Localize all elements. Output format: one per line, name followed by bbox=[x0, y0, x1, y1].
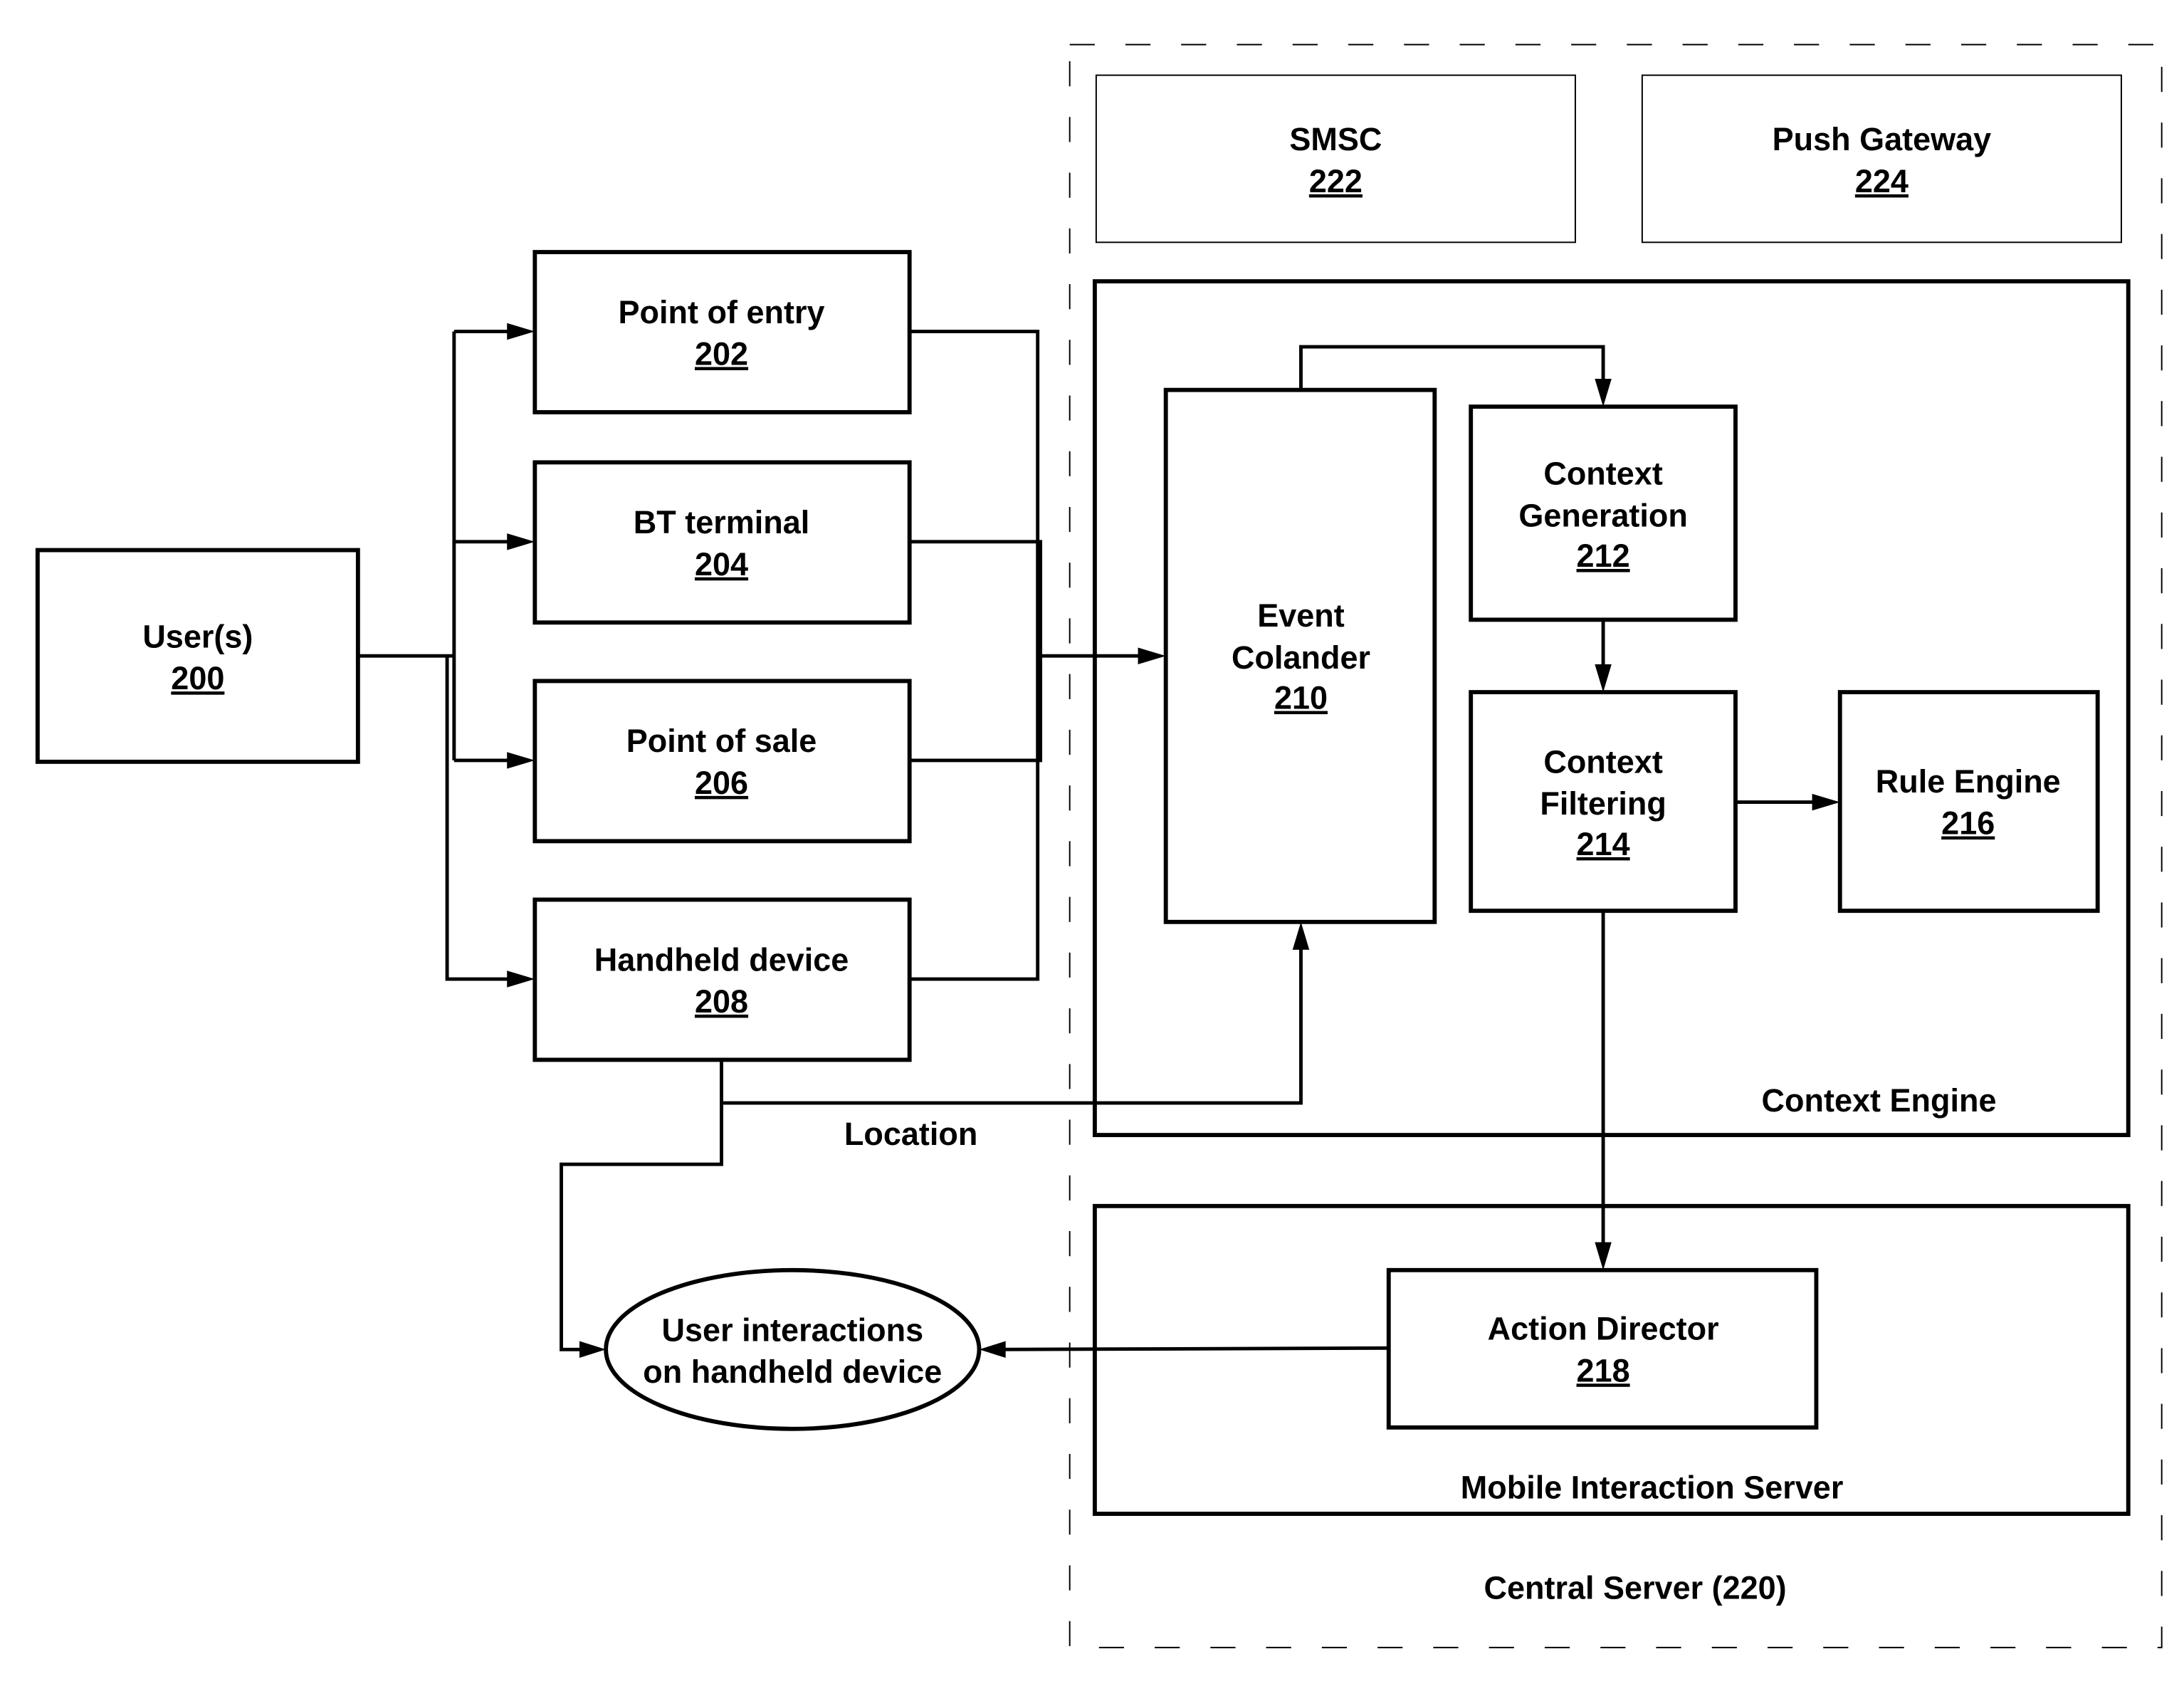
action-director-ref: 218 bbox=[1577, 1352, 1630, 1388]
rule-engine-ref: 216 bbox=[1941, 805, 1995, 842]
edge-merge-inner bbox=[909, 540, 1043, 763]
user-interactions-line2: on handheld device bbox=[643, 1354, 942, 1390]
push-gateway-node[interactable]: Push Gateway 224 bbox=[1641, 74, 2122, 244]
event-colander-node[interactable]: Event Colander 210 bbox=[1163, 387, 1437, 924]
point-of-sale-ref: 206 bbox=[695, 765, 748, 801]
push-gateway-title: Push Gateway bbox=[1773, 121, 1992, 157]
edge-action-director-to-user-interactions bbox=[994, 1346, 1389, 1351]
action-director-node[interactable]: Action Director 218 bbox=[1386, 1267, 1819, 1430]
event-colander-ref: 210 bbox=[1274, 680, 1328, 716]
action-director-title: Action Director bbox=[1488, 1311, 1719, 1347]
context-generation-title-line2: Generation bbox=[1518, 497, 1688, 533]
rule-engine-title: Rule Engine bbox=[1876, 763, 2061, 800]
bt-terminal-ref: 204 bbox=[695, 546, 748, 582]
bt-terminal-box bbox=[532, 460, 912, 625]
point-of-entry-title: Point of entry bbox=[619, 294, 825, 330]
point-of-entry-box bbox=[532, 250, 912, 414]
user-interactions-ellipse bbox=[604, 1267, 982, 1431]
context-generation-node[interactable]: Context Generation 212 bbox=[1469, 404, 1738, 622]
arrowhead-context-generation bbox=[1595, 379, 1612, 407]
arrowhead-bt-terminal bbox=[507, 533, 535, 550]
location-edge-label: Location bbox=[844, 1116, 977, 1152]
handheld-device-title: Handheld device bbox=[594, 941, 849, 978]
context-generation-ref: 212 bbox=[1577, 538, 1630, 574]
bt-terminal-node[interactable]: BT terminal 204 bbox=[532, 460, 912, 625]
push-gateway-box bbox=[1641, 74, 2122, 244]
arrowhead-rule-engine bbox=[1812, 793, 1840, 811]
context-generation-title-line1: Context bbox=[1543, 456, 1662, 492]
context-filtering-title-line1: Context bbox=[1543, 744, 1662, 780]
arrowhead-point-of-entry bbox=[507, 323, 535, 340]
point-of-entry-node[interactable]: Point of entry 202 bbox=[532, 250, 912, 414]
users-ref: 200 bbox=[171, 660, 224, 696]
user-interactions-node[interactable]: User interactions on handheld device bbox=[604, 1267, 982, 1431]
action-director-box bbox=[1386, 1267, 1819, 1430]
event-colander-title-line2: Colander bbox=[1232, 639, 1370, 676]
event-colander-title-line1: Event bbox=[1257, 597, 1345, 634]
arrowhead-event-colander bbox=[1138, 647, 1166, 664]
arrowhead-action-director bbox=[1595, 1242, 1612, 1270]
edge-merge-outer bbox=[909, 330, 1040, 981]
smsc-title: SMSC bbox=[1289, 121, 1382, 157]
rule-engine-box bbox=[1837, 690, 2100, 914]
push-gateway-ref: 224 bbox=[1855, 163, 1909, 199]
context-filtering-title-line2: Filtering bbox=[1540, 785, 1666, 822]
arrowhead-point-of-sale bbox=[507, 752, 535, 769]
arrowhead-context-filtering bbox=[1595, 664, 1612, 693]
handheld-device-ref: 208 bbox=[695, 983, 748, 1020]
users-box bbox=[35, 548, 360, 764]
arrowhead-user-interactions-left bbox=[579, 1341, 607, 1359]
mobile-interaction-server-label: Mobile Interaction Server bbox=[1461, 1470, 1844, 1506]
rule-engine-node[interactable]: Rule Engine 216 bbox=[1837, 690, 2100, 914]
smsc-ref: 222 bbox=[1309, 163, 1363, 199]
arrowhead-event-colander-location bbox=[1292, 921, 1310, 950]
smsc-box bbox=[1095, 74, 1576, 244]
bt-terminal-title: BT terminal bbox=[634, 504, 810, 540]
users-title: User(s) bbox=[142, 619, 253, 655]
smsc-node[interactable]: SMSC 222 bbox=[1095, 74, 1576, 244]
context-filtering-ref: 214 bbox=[1577, 826, 1630, 862]
context-engine-label: Context Engine bbox=[1762, 1082, 1997, 1119]
user-interactions-line1: User interactions bbox=[662, 1312, 924, 1349]
handheld-device-node[interactable]: Handheld device 208 bbox=[532, 897, 912, 1062]
point-of-entry-ref: 202 bbox=[695, 335, 748, 372]
central-server-label: Central Server (220) bbox=[1484, 1569, 1787, 1606]
users-node[interactable]: User(s) 200 bbox=[35, 548, 360, 764]
handheld-device-box bbox=[532, 897, 912, 1062]
point-of-sale-node[interactable]: Point of sale 206 bbox=[532, 679, 912, 844]
system-architecture-diagram: Central Server (220) SMSC 222 Push Gatew… bbox=[35, 43, 2163, 1648]
arrowhead-user-interactions-right bbox=[979, 1341, 1006, 1359]
context-filtering-node[interactable]: Context Filtering 214 bbox=[1469, 690, 1738, 914]
point-of-sale-box bbox=[532, 679, 912, 844]
edge-event-colander-to-context-generation bbox=[1299, 345, 1605, 390]
arrowhead-handheld-device bbox=[507, 970, 535, 988]
edge-to-handheld-device bbox=[445, 656, 518, 981]
point-of-sale-title: Point of sale bbox=[626, 723, 817, 759]
